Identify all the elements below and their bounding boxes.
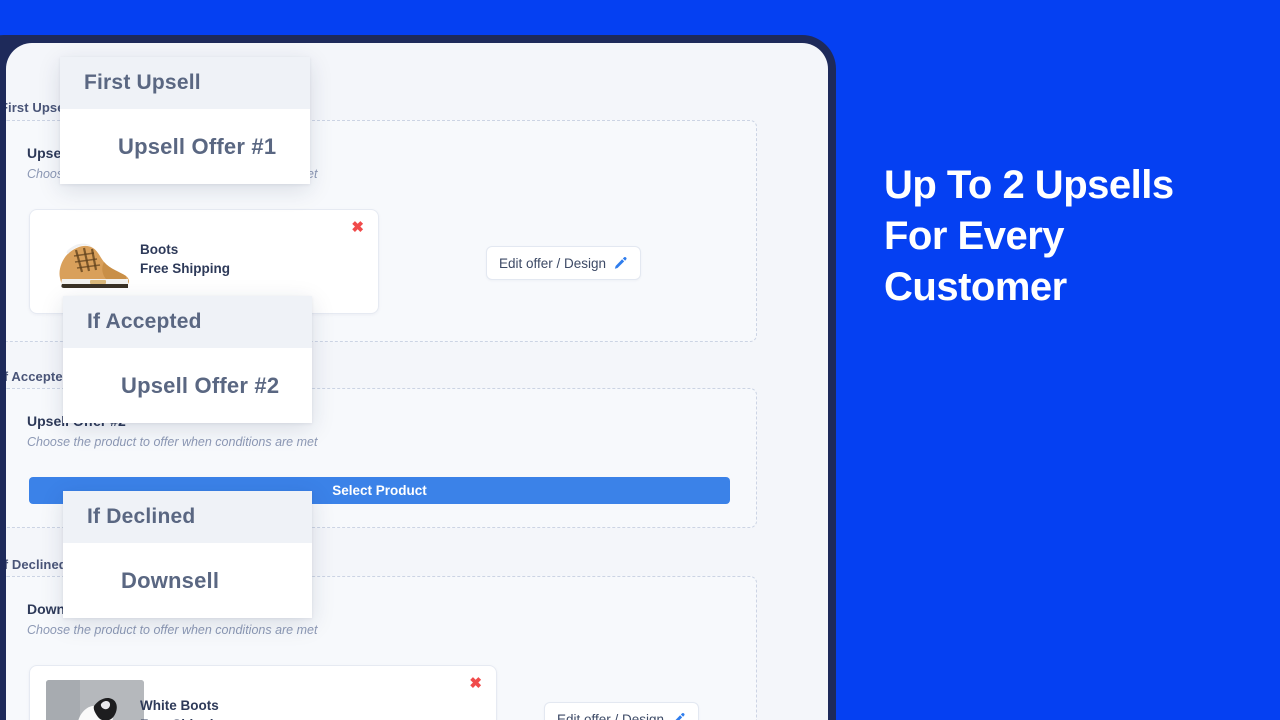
pencil-icon: [671, 712, 686, 720]
callout-header-3: If Declined: [63, 491, 312, 543]
pencil-icon: [613, 256, 628, 271]
callout-heading-3: If Declined: [87, 505, 196, 528]
screenshot-root: First Upsell Upsell Offer #1 Choose the …: [0, 0, 1280, 720]
callout-heading-2: If Accepted: [87, 310, 202, 333]
product-card-white-boots[interactable]: White Boots Free Shipping ✖: [29, 665, 497, 720]
product-shipping-boots: Free Shipping: [140, 261, 231, 276]
callout-body-text-2: Upsell Offer #2: [121, 372, 280, 398]
edit-offer-button-3[interactable]: Edit offer / Design: [544, 702, 699, 720]
callout-body-2: Upsell Offer #2: [63, 348, 312, 423]
promo-headline: Up To 2 Upsells For Every Customer: [884, 163, 1174, 309]
callout-body-1: Upsell Offer #1: [60, 109, 310, 184]
remove-product-icon-3[interactable]: ✖: [469, 676, 482, 691]
product-thumbnail-boots: [46, 224, 144, 298]
remove-product-icon-1[interactable]: ✖: [351, 220, 364, 235]
callout-card-first-upsell: First Upsell Upsell Offer #1: [60, 57, 310, 184]
product-thumbnail-white-boots: [46, 680, 144, 720]
callout-header-1: First Upsell: [60, 57, 310, 109]
section-label-if-accepted: If Accepted: [6, 369, 71, 384]
callout-heading-1: First Upsell: [84, 71, 201, 94]
callout-card-if-accepted: If Accepted Upsell Offer #2: [63, 296, 312, 423]
offer-subtitle-2: Choose the product to offer when conditi…: [27, 435, 318, 449]
edit-offer-label-3: Edit offer / Design: [556, 711, 665, 720]
product-name-boots: Boots: [140, 242, 179, 257]
callout-card-if-declined: If Declined Downsell: [63, 491, 312, 618]
callout-body-text-3: Downsell: [121, 567, 220, 593]
section-label-if-declined: If Declined: [6, 557, 67, 572]
callout-header-2: If Accepted: [63, 296, 312, 348]
offer-subtitle-3: Choose the product to offer when conditi…: [27, 623, 318, 637]
callout-body-text-1: Upsell Offer #1: [118, 133, 277, 159]
edit-offer-label-1: Edit offer / Design: [498, 255, 607, 271]
promo-panel: Up To 2 Upsells For Every Customer – Ups…: [836, 0, 1280, 720]
select-product-label: Select Product: [332, 483, 427, 498]
callout-body-3: Downsell: [63, 543, 312, 618]
edit-offer-button-1[interactable]: Edit offer / Design: [486, 246, 641, 280]
product-name-white-boots: White Boots: [140, 698, 219, 713]
